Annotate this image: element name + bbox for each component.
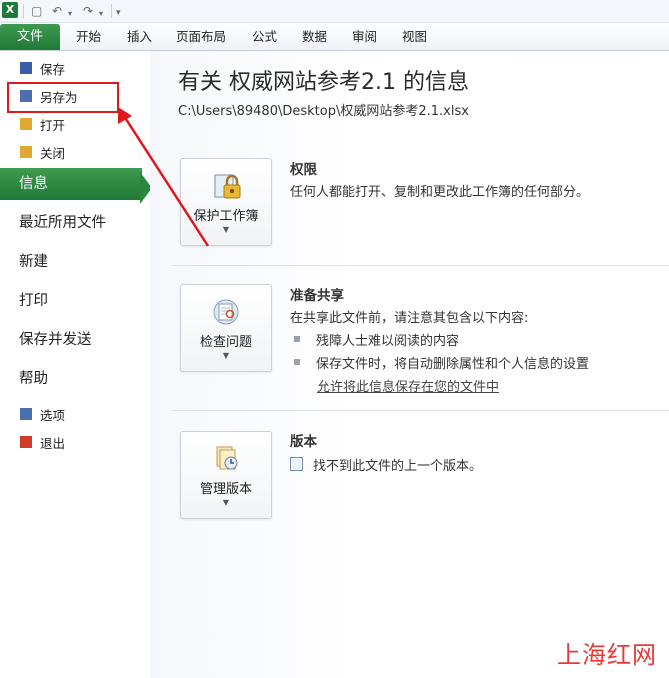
prepare-desc: 在共享此文件前，请注意其包含以下内容: — [290, 311, 529, 326]
menu-save-label: 保存 — [40, 62, 66, 77]
page-title: 有关 权威网站参考2.1 的信息 — [178, 70, 469, 95]
save-icon — [20, 62, 32, 74]
menu-new[interactable]: 新建 — [0, 246, 150, 278]
tab-review[interactable]: 审阅 — [352, 23, 377, 50]
chevron-down-icon: ▼ — [222, 225, 230, 234]
menu-options-label: 选项 — [40, 408, 66, 423]
prepare-bullet: 残障人士难以阅读的内容 — [294, 330, 459, 349]
chevron-down-icon: ▼ — [222, 351, 230, 360]
tab-insert[interactable]: 插入 — [127, 23, 152, 50]
menu-close[interactable]: 关闭 — [0, 140, 150, 164]
save-icon[interactable]: ▢ — [31, 3, 42, 19]
prepare-bullet-text: 残障人士难以阅读的内容 — [316, 334, 460, 349]
manage-versions-label: 管理版本 — [199, 482, 252, 497]
tab-page-layout[interactable]: 页面布局 — [176, 23, 226, 50]
annotation-highlight-box — [7, 82, 119, 113]
prepare-heading: 准备共享 — [290, 288, 344, 304]
menu-exit[interactable]: 退出 — [0, 430, 150, 454]
undo-icon[interactable]: ↶ — [52, 3, 62, 19]
toolbar-separator — [111, 4, 112, 18]
exit-icon — [20, 436, 32, 448]
menu-recent[interactable]: 最近所用文件 — [0, 207, 150, 239]
manage-versions-button[interactable]: 管理版本 ▼ — [180, 431, 272, 519]
menu-info[interactable]: 信息 — [0, 168, 142, 200]
check-issues-button[interactable]: 检查问题 ▼ — [180, 284, 272, 372]
menu-print[interactable]: 打印 — [0, 285, 150, 317]
versions-desc-row: 找不到此文件的上一个版本。 — [290, 455, 482, 474]
customize-toolbar-icon[interactable]: ▾ — [116, 5, 121, 21]
tab-data[interactable]: 数据 — [302, 23, 327, 50]
undo-dropdown-icon[interactable]: ▾ — [68, 6, 72, 22]
options-icon — [20, 408, 32, 420]
chevron-down-icon: ▼ — [222, 498, 230, 507]
tab-formulas[interactable]: 公式 — [252, 23, 277, 50]
versions-heading: 版本 — [290, 434, 317, 450]
permissions-heading: 权限 — [290, 162, 317, 178]
backstage-menu: 保存 另存为 打开 关闭 信息 最近所用文件 新建 打印 保存并发送 帮助 选项… — [0, 51, 151, 678]
menu-close-label: 关闭 — [40, 146, 66, 161]
watermark-text: 上海红网 — [557, 641, 657, 669]
section-divider — [172, 265, 669, 266]
menu-save-send[interactable]: 保存并发送 — [0, 324, 150, 356]
versions-desc: 找不到此文件的上一个版本。 — [313, 459, 483, 474]
tab-home[interactable]: 开始 — [76, 23, 101, 50]
permissions-desc: 任何人都能打开、复制和更改此工作簿的任何部分。 — [290, 185, 590, 200]
tab-file[interactable]: 文件 — [0, 24, 60, 50]
toolbar-separator — [23, 4, 24, 18]
menu-open[interactable]: 打开 — [0, 112, 150, 136]
menu-save[interactable]: 保存 — [0, 56, 150, 80]
folder-close-icon — [20, 146, 32, 158]
protect-workbook-label: 保护工作簿 — [193, 209, 259, 224]
check-issues-label: 检查问题 — [199, 335, 252, 350]
lock-icon — [214, 174, 241, 199]
prepare-bullet-text: 保存文件时，将自动删除属性和个人信息的设置 — [316, 357, 590, 372]
redo-icon[interactable]: ↷ — [83, 3, 93, 19]
info-pane: 有关 权威网站参考2.1 的信息 C:\Users\89480\Desktop\… — [150, 51, 669, 678]
file-path: C:\Users\89480\Desktop\权威网站参考2.1.xlsx — [178, 104, 469, 119]
protect-workbook-button[interactable]: 保护工作簿 ▼ — [180, 158, 272, 246]
excel-app-icon[interactable]: X — [2, 2, 18, 18]
allow-save-info-link[interactable]: 允许将此信息保存在您的文件中 — [317, 376, 499, 395]
menu-open-label: 打开 — [40, 118, 66, 133]
ribbon-tabs: 文件 开始 插入 页面布局 公式 数据 审阅 视图 — [0, 23, 669, 51]
folder-open-icon — [20, 118, 32, 130]
menu-exit-label: 退出 — [40, 436, 66, 451]
manage-versions-icon — [216, 446, 238, 470]
tab-view[interactable]: 视图 — [402, 23, 427, 50]
menu-options[interactable]: 选项 — [0, 402, 150, 426]
prepare-bullet: 保存文件时，将自动删除属性和个人信息的设置 — [294, 353, 589, 372]
quick-access-toolbar: X ▢ ↶ ▾ ↷ ▾ ▾ — [0, 0, 669, 23]
redo-dropdown-icon[interactable]: ▾ — [99, 6, 103, 22]
version-doc-icon — [290, 457, 303, 471]
inspect-document-icon — [213, 299, 239, 325]
section-divider — [172, 410, 669, 411]
menu-help[interactable]: 帮助 — [0, 363, 150, 395]
